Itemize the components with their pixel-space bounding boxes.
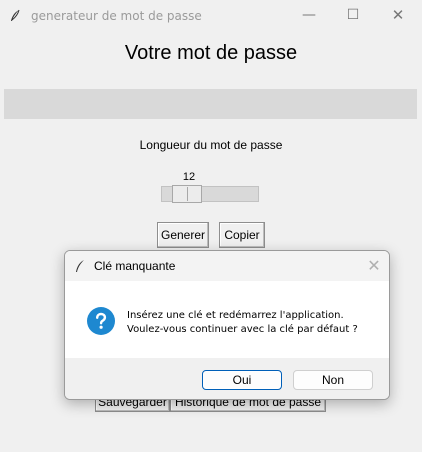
feather-app-icon [11,9,20,21]
copy-button[interactable]: Copier [219,222,265,248]
dialog-title: Clé manquante [94,259,176,273]
dialog-title-bar: Clé manquante ✕ [65,251,389,281]
minimize-button[interactable]: — [287,0,331,32]
dialog-message-line2: Voulez-vous continuer avec la clé par dé… [127,324,358,335]
password-display-field[interactable] [4,89,417,119]
window-title: generateur de mot de passe [31,9,202,23]
dialog-body: Insérez une clé et redémarrez l'applicat… [65,281,389,358]
no-button[interactable]: Non [293,370,373,390]
dialog-message: Insérez une clé et redémarrez l'applicat… [127,309,358,337]
title-bar: generateur de mot de passe — ☐ ✕ [0,0,422,32]
length-label: Longueur du mot de passe [139,138,283,152]
yes-button[interactable]: Oui [202,370,282,390]
missing-key-dialog: Clé manquante ✕ Insérez une clé et redém… [64,250,390,400]
close-button[interactable]: ✕ [376,0,420,32]
length-slider-handle[interactable] [172,185,202,203]
dialog-footer: Oui Non [65,358,389,399]
feather-dialog-icon [76,260,84,272]
dialog-close-button[interactable]: ✕ [362,255,386,277]
length-value: 12 [182,171,196,183]
maximize-button[interactable]: ☐ [331,0,375,32]
generate-button[interactable]: Generer [157,222,209,248]
page-title: Votre mot de passe [124,42,298,64]
dialog-message-line1: Insérez une clé et redémarrez l'applicat… [127,310,344,321]
question-icon [87,307,115,335]
